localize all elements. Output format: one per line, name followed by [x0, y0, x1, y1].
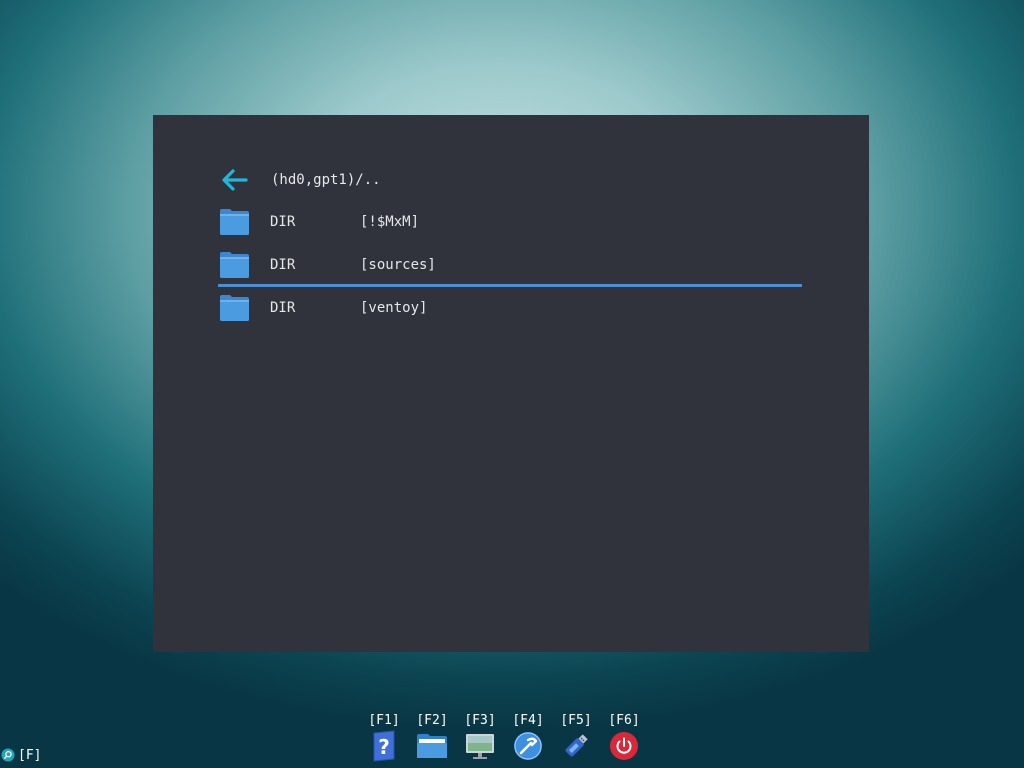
search-icon: [0, 747, 16, 763]
hotkey-f4-tools[interactable]: [F4]: [504, 712, 552, 762]
power-icon: [608, 730, 640, 762]
hotkey-f2-files[interactable]: [F2]: [408, 712, 456, 762]
hotkey-f6-power[interactable]: [F6]: [600, 712, 648, 762]
entry-type: DIR: [270, 300, 296, 316]
file-browser-panel: [153, 115, 869, 652]
parent-path-label: (hd0,gpt1)/..: [271, 172, 381, 188]
hotkey-f3-display[interactable]: [F3]: [456, 712, 504, 762]
hotkey-f5-usb[interactable]: [F5]: [552, 712, 600, 762]
hotkey-label: [F4]: [512, 713, 544, 728]
hotkey-label: [F3]: [464, 713, 496, 728]
directory-entry[interactable]: DIR [ventoy]: [218, 292, 427, 324]
selection-highlight: [218, 284, 802, 287]
hotkey-label: [F5]: [560, 713, 592, 728]
hotkey-label: [F2]: [416, 713, 448, 728]
entry-type: DIR: [270, 214, 296, 230]
svg-text:?: ?: [378, 735, 390, 759]
folder-icon: [218, 249, 250, 281]
back-arrow-icon: [218, 164, 250, 196]
hotkey-label: [F1]: [368, 713, 400, 728]
usb-drive-icon: [560, 730, 592, 762]
search-shortcut-label: [F]: [18, 747, 42, 763]
folder-icon: [218, 292, 250, 324]
entry-name: [!$MxM]: [360, 214, 420, 230]
entry-name: [sources]: [360, 257, 436, 273]
entry-type: DIR: [270, 257, 296, 273]
help-icon: ?: [368, 730, 400, 762]
entry-name: [ventoy]: [360, 300, 428, 316]
directory-entry[interactable]: DIR [!$MxM]: [218, 206, 419, 238]
hotkey-bar: [F1] ? [F2] [F3] [F4] [F5] [F6]: [360, 712, 648, 762]
hotkey-label: [F6]: [608, 713, 640, 728]
display-icon: [464, 730, 496, 762]
file-manager-icon: [416, 730, 448, 762]
tools-icon: [512, 730, 544, 762]
folder-icon: [218, 206, 250, 238]
search-shortcut[interactable]: [F]: [0, 746, 41, 764]
hotkey-f1-help[interactable]: [F1] ?: [360, 712, 408, 762]
parent-directory-row[interactable]: (hd0,gpt1)/..: [218, 164, 381, 196]
directory-entry-selected[interactable]: DIR [sources]: [218, 249, 436, 281]
